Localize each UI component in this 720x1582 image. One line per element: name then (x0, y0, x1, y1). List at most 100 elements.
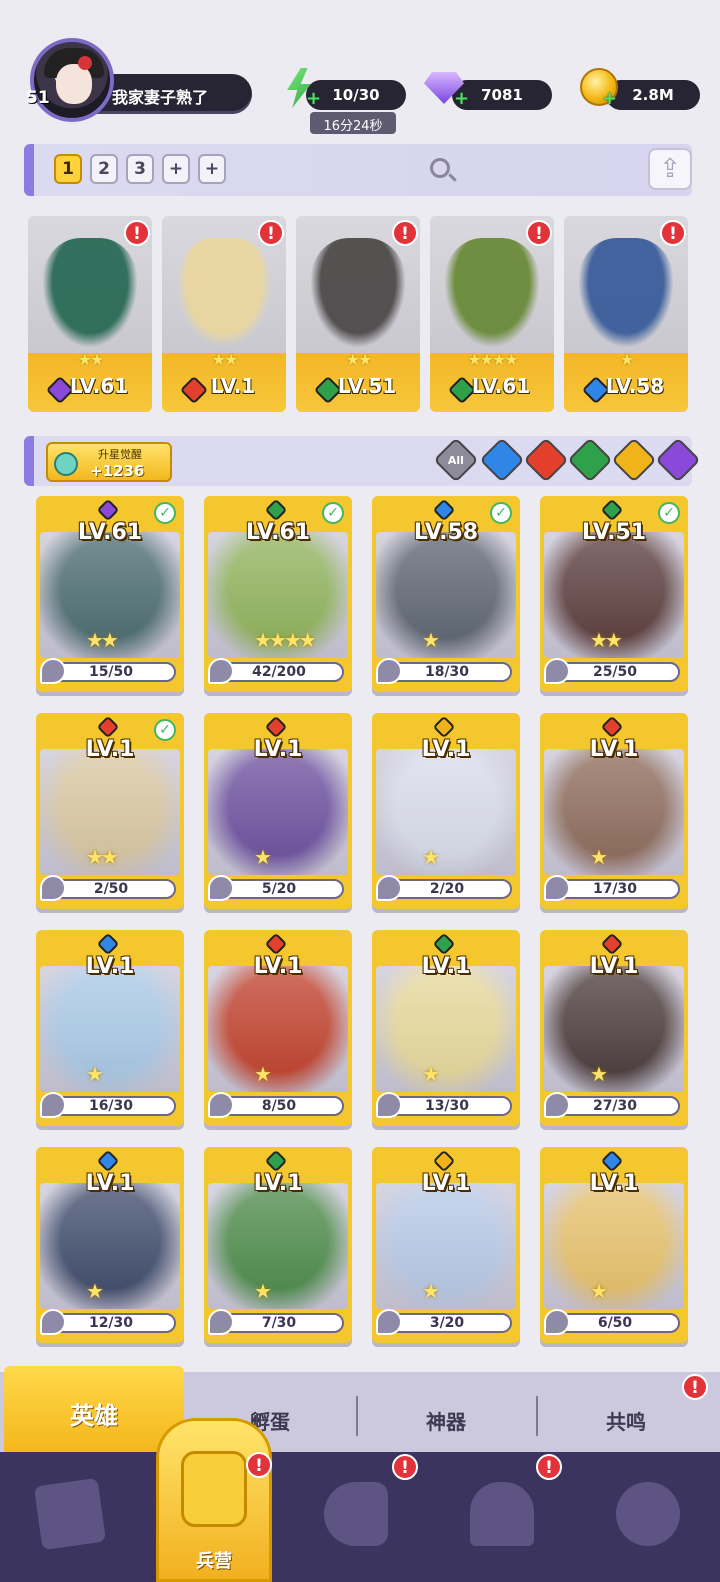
awaken-count: +1236 (90, 462, 145, 480)
gold-counter[interactable]: 2.8M (606, 80, 700, 110)
share-icon[interactable]: ⇪ (648, 148, 692, 190)
hero-portrait (376, 1183, 516, 1309)
shard-icon (544, 658, 570, 684)
hero-stars: ★ (422, 628, 440, 652)
shard-icon (208, 1309, 234, 1335)
team-tab-1[interactable]: 1 (54, 154, 82, 184)
hero-level: LV.1 (421, 954, 471, 979)
hero-card[interactable]: LV.1 ★ 13/30 (372, 930, 520, 1126)
team-tab-2[interactable]: 2 (90, 154, 118, 184)
element-icon (432, 715, 456, 739)
check-icon: ✓ (154, 502, 176, 524)
filter-all-label: All (447, 454, 464, 468)
hero-portrait (310, 238, 406, 348)
hero-card[interactable]: LV.58 ★ 18/30 ✓ (372, 496, 520, 692)
hero-card[interactable]: LV.1 ★ 7/30 (204, 1147, 352, 1343)
nav-map[interactable] (316, 1470, 396, 1560)
hero-card[interactable]: LV.1 ★ 17/30 (540, 713, 688, 909)
shard-icon (544, 1092, 570, 1118)
avatar-flower (78, 56, 92, 70)
element-icon (432, 498, 456, 522)
barracks-tabs: 英雄 孵蛋 神器 共鸣 ! (0, 1366, 720, 1452)
hero-level: LV.1 (589, 1171, 639, 1196)
hero-alert-badge: ! (660, 220, 686, 246)
hero-portrait (376, 532, 516, 658)
hero-card[interactable]: LV.1 ★ 3/20 (372, 1147, 520, 1343)
add-gems-icon[interactable]: + (454, 90, 470, 108)
hero-stars: ★★ (77, 350, 105, 369)
filter-all-button[interactable]: All (433, 437, 479, 483)
bottom-nav: ! ! (0, 1452, 720, 1582)
add-gold-icon[interactable]: + (602, 90, 618, 108)
hero-level: LV.1 (253, 954, 303, 979)
hero-portrait (376, 966, 516, 1092)
team-select-bar: 1 2 3 + + ⇪ (24, 144, 692, 196)
hero-card[interactable]: LV.51 ★★ 25/50 ✓ (540, 496, 688, 692)
guild-icon (616, 1482, 680, 1546)
hero-level: LV.1 (85, 954, 135, 979)
hero-card[interactable]: LV.1 ★ 5/20 (204, 713, 352, 909)
nav-castle[interactable] (462, 1470, 542, 1560)
resonance-alert-badge: ! (682, 1374, 708, 1400)
hero-level: LV.1 (253, 737, 303, 762)
cards-icon (33, 1477, 107, 1551)
hero-card[interactable]: LV.1 ★ 27/30 (540, 930, 688, 1126)
hero-stars: ★ (254, 1062, 272, 1086)
add-team-tab[interactable]: + (162, 154, 190, 184)
filter-fire-icon[interactable] (523, 437, 569, 483)
nav-guild[interactable] (608, 1470, 688, 1560)
nav-cards[interactable] (30, 1470, 110, 1560)
nav-barracks[interactable]: 兵营 (156, 1418, 272, 1582)
hero-card[interactable]: LV.1 ★ 2/20 (372, 713, 520, 909)
add-team-tab[interactable]: + (198, 154, 226, 184)
check-icon: ✓ (490, 502, 512, 524)
avatar-face (56, 64, 92, 104)
barracks-icon (181, 1451, 247, 1527)
element-icon (432, 1149, 456, 1173)
element-icon (600, 715, 624, 739)
hero-level: LV.61 (471, 374, 531, 398)
hero-portrait (208, 966, 348, 1092)
team-tab-3[interactable]: 3 (126, 154, 154, 184)
player-name[interactable]: 我家妻子熟了 (96, 74, 252, 114)
search-icon[interactable] (430, 158, 450, 178)
add-energy-icon[interactable]: + (306, 90, 322, 108)
tab-artifacts[interactable]: 神器 (356, 1380, 536, 1452)
hero-card[interactable]: LV.1 ★ 8/50 (204, 930, 352, 1126)
hero-portrait (208, 1183, 348, 1309)
tab-heroes[interactable]: 英雄 (4, 1366, 184, 1452)
hero-stars: ★ (422, 845, 440, 869)
hero-stars: ★ (590, 845, 608, 869)
hero-portrait (544, 966, 684, 1092)
hero-alert-badge: ! (392, 220, 418, 246)
element-icon (600, 932, 624, 956)
filter-dark-icon[interactable] (655, 437, 701, 483)
hero-portrait (578, 238, 674, 348)
hero-stars: ★ (86, 1062, 104, 1086)
hero-card[interactable]: LV.1 ★★ 2/50 ✓ (36, 713, 184, 909)
check-icon: ✓ (322, 502, 344, 524)
hero-level: LV.51 (337, 374, 397, 398)
filter-light-icon[interactable] (611, 437, 657, 483)
map-icon (324, 1482, 388, 1546)
hero-card[interactable]: LV.1 ★ 12/30 (36, 1147, 184, 1343)
hero-card[interactable]: LV.1 ★ 16/30 (36, 930, 184, 1126)
hero-stars: ★★ (86, 628, 119, 652)
hero-alert-badge: ! (258, 220, 284, 246)
hero-portrait (544, 1183, 684, 1309)
filter-water-icon[interactable] (479, 437, 525, 483)
shard-icon (40, 658, 66, 684)
key-icon (54, 452, 78, 476)
awaken-button[interactable]: 升星觉醒 +1236 (46, 442, 172, 482)
hero-stars: ★ (619, 350, 634, 369)
hero-card[interactable]: LV.61 ★★★★ 42/200 ✓ (204, 496, 352, 692)
check-icon: ✓ (154, 719, 176, 741)
hero-level: LV.61 (69, 374, 129, 398)
shard-icon (208, 658, 234, 684)
hero-card[interactable]: LV.61 ★★ 15/50 ✓ (36, 496, 184, 692)
shard-icon (208, 875, 234, 901)
shard-icon (544, 875, 570, 901)
filter-nature-icon[interactable] (567, 437, 613, 483)
hero-card[interactable]: LV.1 ★ 6/50 (540, 1147, 688, 1343)
element-icon (600, 1149, 624, 1173)
